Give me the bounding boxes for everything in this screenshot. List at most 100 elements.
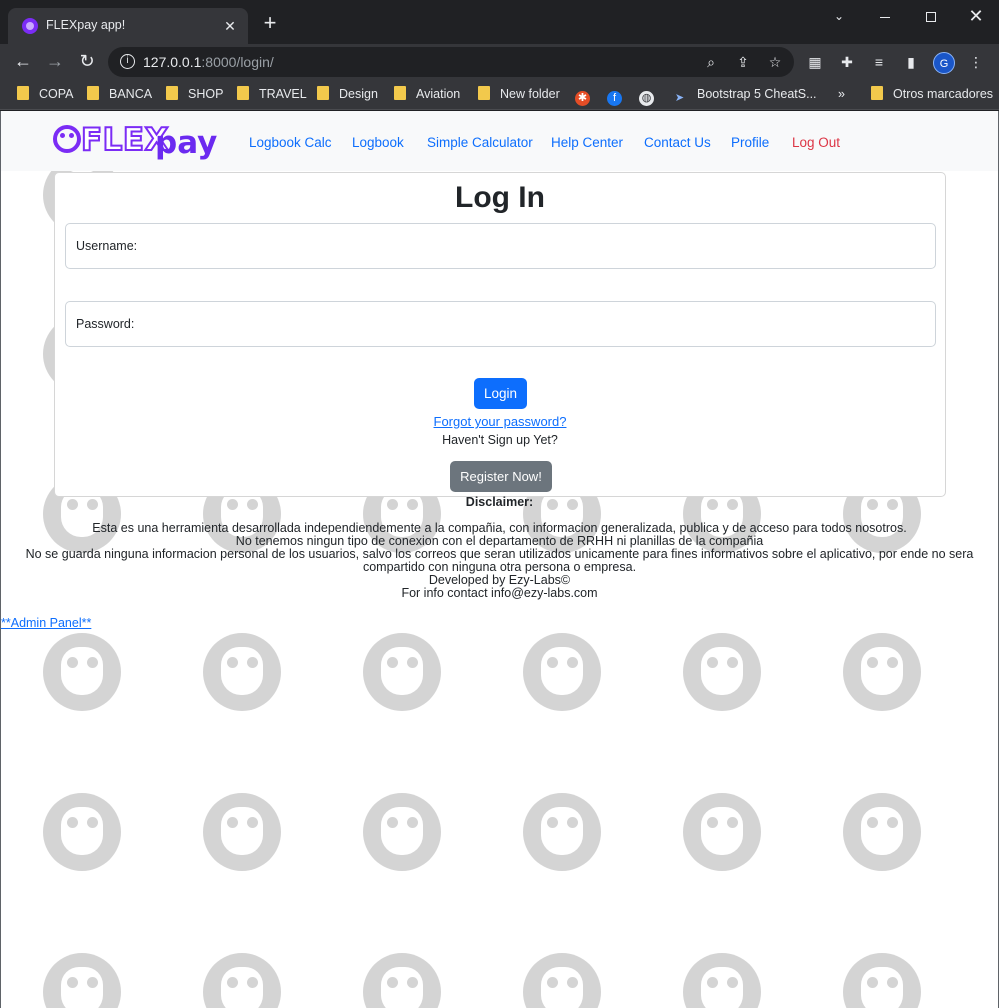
- owl-watermark-icon: [523, 633, 601, 711]
- bookmark-label: TRAVEL: [259, 87, 307, 101]
- no-signup-text: Haven't Sign up Yet?: [442, 433, 558, 447]
- logo-pay-text: pay: [155, 125, 218, 161]
- nav-logbook-calc[interactable]: Logbook Calc: [249, 135, 332, 150]
- forgot-password-link: Forgot your password?: [55, 414, 945, 429]
- nav-simple-calculator[interactable]: Simple Calculator: [427, 135, 533, 150]
- password-field[interactable]: Password:: [65, 301, 936, 347]
- folder-icon: [478, 86, 490, 100]
- share-icon[interactable]: ⇪: [734, 53, 752, 71]
- close-window-button[interactable]: ✕: [953, 4, 999, 30]
- login-card: Log In Username: Password: Login Forgot …: [54, 172, 946, 497]
- minimize-button[interactable]: [862, 4, 908, 30]
- bookmark-facebook[interactable]: f: [607, 85, 632, 106]
- nav-profile[interactable]: Profile: [731, 135, 769, 150]
- more-bookmarks-chevron-icon[interactable]: »: [838, 85, 845, 103]
- owl-watermark-icon: [683, 953, 761, 1008]
- media-control-icon[interactable]: ≡: [869, 53, 889, 71]
- bookmark-label: COPA: [39, 87, 74, 101]
- nav-contact-us[interactable]: Contact Us: [644, 135, 711, 150]
- login-title: Log In: [455, 181, 545, 214]
- forgot-password-text[interactable]: Forgot your password?: [434, 414, 567, 429]
- nav-help-center[interactable]: Help Center: [551, 135, 623, 150]
- back-button[interactable]: ←: [10, 49, 36, 73]
- username-label: Username:: [76, 239, 138, 253]
- bookmark-label: New folder: [500, 87, 560, 101]
- address-bar[interactable]: i 127.0.0.1:8000/login/ ⌕ ⇪ ☆: [108, 47, 794, 77]
- page-content: FLEX pay Logbook Calc Logbook Simple Cal…: [0, 111, 999, 1008]
- owl-watermark-icon: [203, 633, 281, 711]
- joomla-icon: ✱: [575, 91, 590, 106]
- register-button[interactable]: Register Now!: [450, 461, 552, 492]
- folder-icon: [17, 86, 29, 100]
- bookmark-copa[interactable]: COPA: [17, 85, 74, 103]
- owl-watermark-icon: [843, 633, 921, 711]
- owl-watermark-icon: [363, 633, 441, 711]
- bookmark-shop[interactable]: SHOP: [166, 85, 223, 103]
- browser-toolbar: ← → ↻ i 127.0.0.1:8000/login/ ⌕ ⇪ ☆ ▦ ✚ …: [0, 44, 999, 78]
- bookmark-joomla[interactable]: ✱: [575, 85, 600, 106]
- url-text[interactable]: 127.0.0.1:8000/login/: [143, 54, 274, 70]
- owl-watermark-icon: [843, 953, 921, 1008]
- bookmarks-bar: COPA BANCA SHOP TRAVEL Design Aviation N…: [0, 78, 999, 110]
- menu-kebab-icon[interactable]: ⋮: [966, 53, 986, 71]
- footer-disclaimer: Disclaimer: Esta es una herramienta desa…: [1, 496, 998, 600]
- browser-tab[interactable]: FLEXpay app! ✕: [8, 8, 248, 44]
- owl-watermark-icon: [203, 793, 281, 871]
- nav-logbook[interactable]: Logbook: [352, 135, 404, 150]
- maximize-button[interactable]: [908, 4, 954, 30]
- owl-watermark-icon: [203, 953, 281, 1008]
- bookmark-label: Aviation: [416, 87, 461, 101]
- tab-title: FLEXpay app!: [46, 18, 126, 32]
- login-button[interactable]: Login: [474, 378, 527, 409]
- reload-button[interactable]: ↻: [74, 49, 100, 73]
- folder-icon: [317, 86, 329, 100]
- profile-avatar[interactable]: G: [933, 52, 955, 74]
- disclaimer-title: Disclaimer:: [465, 495, 534, 509]
- globe-icon: ◍: [639, 91, 654, 106]
- extension-google-icon[interactable]: ▦: [805, 53, 825, 71]
- new-tab-button[interactable]: +: [258, 12, 282, 36]
- zoom-icon[interactable]: ⌕: [702, 53, 720, 71]
- bookmark-travel[interactable]: TRAVEL: [237, 85, 307, 103]
- bookmark-bootstrap[interactable]: ➤ Bootstrap 5 CheatS...: [672, 85, 817, 104]
- side-panel-icon[interactable]: ▮: [901, 53, 921, 71]
- bookmark-star-icon[interactable]: ☆: [766, 53, 784, 71]
- bookmark-banca[interactable]: BANCA: [87, 85, 152, 103]
- folder-icon: [237, 86, 249, 100]
- owl-watermark-icon: [523, 793, 601, 871]
- disclaimer-line-3: No se guarda ninguna informacion persona…: [25, 547, 974, 574]
- bookmark-label: SHOP: [188, 87, 224, 101]
- bookmark-otros-marcadores[interactable]: Otros marcadores: [871, 85, 993, 103]
- owl-watermark-icon: [683, 633, 761, 711]
- owl-watermark-icon: [843, 793, 921, 871]
- username-field[interactable]: Username:: [65, 223, 936, 269]
- nav-log-out[interactable]: Log Out: [792, 135, 840, 150]
- chevron-down-icon[interactable]: ⌄: [816, 4, 862, 30]
- bookmark-label: Bootstrap 5 CheatS...: [697, 87, 817, 101]
- contact-info: For info contact info@ezy-labs.com: [401, 586, 598, 600]
- bookmark-new-folder[interactable]: New folder: [478, 85, 560, 103]
- admin-panel-link[interactable]: **Admin Panel**: [1, 616, 91, 630]
- owl-watermark-icon: [683, 793, 761, 871]
- bookmark-aviation[interactable]: Aviation: [394, 85, 460, 103]
- bookmark-design[interactable]: Design: [317, 85, 378, 103]
- close-tab-icon[interactable]: ✕: [220, 16, 240, 36]
- bookmark-label: BANCA: [109, 87, 153, 101]
- owl-watermark-icon: [43, 633, 121, 711]
- site-info-icon[interactable]: i: [120, 54, 135, 69]
- owl-watermark-icon: [43, 953, 121, 1008]
- folder-icon: [394, 86, 406, 100]
- bookmark-globe[interactable]: ◍: [639, 85, 664, 106]
- owl-watermark-icon: [43, 793, 121, 871]
- folder-icon: [87, 86, 99, 100]
- owl-watermark-icon: [363, 953, 441, 1008]
- url-path: :8000/login/: [201, 54, 274, 70]
- bookmark-label: Design: [339, 87, 378, 101]
- owl-watermark-icon: [523, 953, 601, 1008]
- browser-titlebar: FLEXpay app! ✕ + ⌄ ✕: [0, 0, 999, 44]
- facebook-icon: f: [607, 91, 622, 106]
- extensions-puzzle-icon[interactable]: ✚: [837, 53, 857, 71]
- site-navbar: FLEX pay Logbook Calc Logbook Simple Cal…: [1, 111, 998, 171]
- forward-button[interactable]: →: [42, 49, 68, 73]
- bookmark-label: Otros marcadores: [893, 87, 994, 101]
